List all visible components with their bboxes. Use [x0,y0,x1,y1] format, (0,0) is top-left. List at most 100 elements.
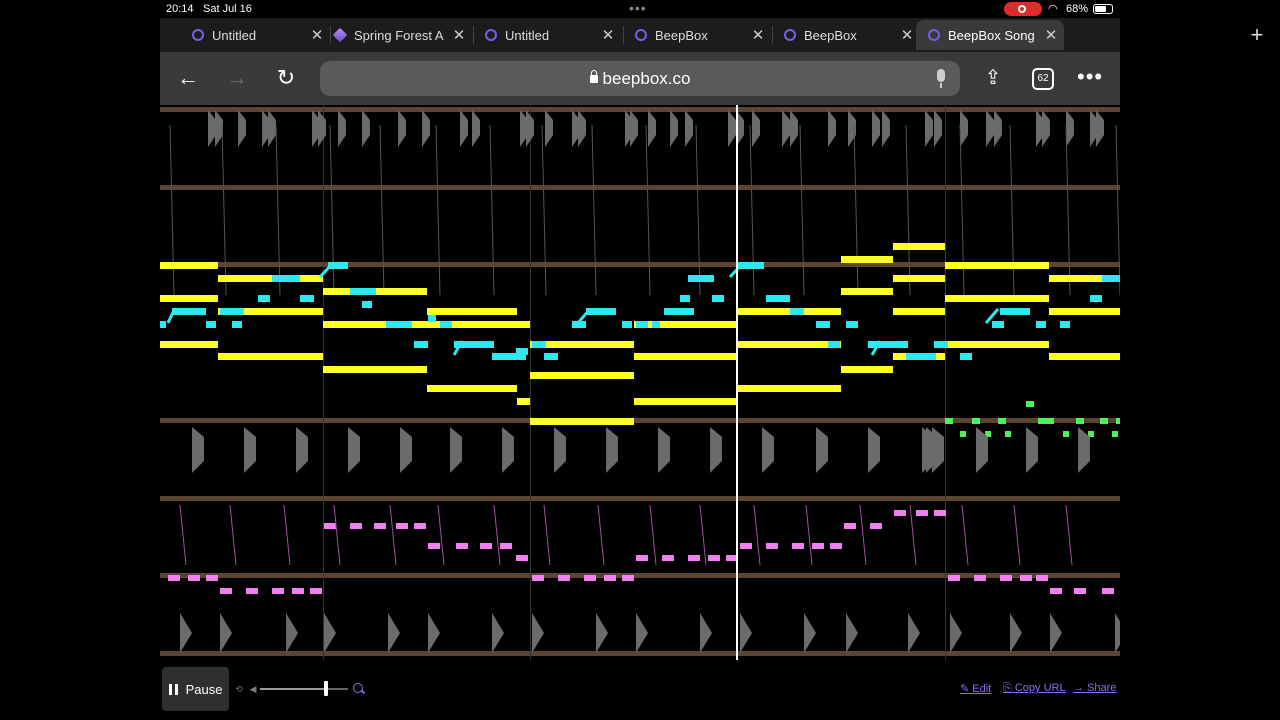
tab-beepbox-song[interactable]: BeepBox Song ✕ [916,20,1064,50]
bass-note [456,543,468,549]
harmony-note [868,341,908,348]
note-visualization[interactable] [160,105,1120,660]
volume-slider[interactable] [260,688,348,690]
beepbox-icon [192,29,204,41]
new-tab-button[interactable]: + [1245,22,1269,48]
tab-beepbox-2[interactable]: BeepBox ✕ [772,20,920,50]
drum-note [960,110,968,147]
drum-note [450,427,462,473]
zoom-in-icon[interactable] [353,683,363,693]
tab-label: Spring Forest A [354,27,444,43]
harmony-note [532,341,546,348]
more-menu-icon[interactable]: ••• [1077,64,1103,90]
harmony-note [206,321,216,328]
reload-button[interactable]: ↻ [271,65,301,91]
tab-untitled-2[interactable]: Untitled ✕ [473,20,621,50]
harmony-note [652,321,660,328]
forward-button[interactable]: → [222,65,252,91]
bass-stem [699,504,707,566]
address-bar[interactable]: beepbox.co [320,61,960,96]
drum-note [578,110,586,147]
close-icon[interactable]: ✕ [749,26,767,44]
browser-toolbar: ← → ↻ beepbox.co ⇪ 62 ••• [160,52,1120,105]
drum-note [932,427,944,473]
melody-note [634,353,737,360]
drum-note [428,613,440,653]
drum-note [532,613,544,653]
close-icon[interactable]: ✕ [898,26,916,44]
playhead [736,105,738,660]
multitasking-dots-icon[interactable]: ••• [629,0,647,16]
back-button[interactable]: ← [173,65,203,91]
drum-note [398,110,406,147]
bass-note [188,575,200,581]
screen-recording-icon[interactable] [1004,2,1042,16]
song-note-canvas[interactable] [160,105,1120,660]
tab-spring-forest[interactable]: Spring Forest A ✕ [322,20,472,50]
tab-overview-button[interactable]: 62 [1032,68,1054,90]
melody-note [517,321,530,328]
bass-stem [805,504,813,566]
volume-fill [260,688,326,690]
share-link[interactable]: → Share [1073,682,1116,694]
drum-note [286,613,298,653]
harmony-note [586,308,616,315]
harmony-note [1036,321,1046,328]
harmony-note [934,341,948,348]
harmony-note [172,308,206,315]
edit-link[interactable]: ✎ Edit [960,682,991,695]
harmony-note [1090,295,1102,302]
drum-note [492,613,504,653]
melody-note [634,321,737,328]
drum-note [700,613,712,653]
bass-note [374,523,386,529]
drum-note [872,110,880,147]
tab-untitled-1[interactable]: Untitled ✕ [180,20,330,50]
bass-stem [333,504,341,566]
melody-note [737,308,841,315]
green-note [1116,418,1120,424]
beepbox-icon [635,29,647,41]
microphone-icon[interactable] [937,69,945,88]
close-icon[interactable]: ✕ [1042,26,1060,44]
share-icon[interactable]: ⇪ [978,65,1008,91]
bass-note [708,555,720,561]
drum-note [828,110,836,147]
bass-note [272,588,284,594]
tab-strip: Untitled ✕ Spring Forest A ✕ Untitled ✕ … [160,18,1263,52]
bass-stem [909,504,917,566]
melody-note [160,295,218,302]
tab-label: BeepBox Song [948,27,1035,43]
drum-note [1010,613,1022,653]
bass-note [1020,575,1032,581]
close-icon[interactable]: ✕ [450,26,468,44]
harmony-note [688,275,714,282]
drum-streak [489,124,495,296]
bar-line [323,105,324,660]
url-text[interactable]: beepbox.co [320,69,960,89]
melody-note [945,262,1049,269]
drum-note [400,427,412,473]
lock-icon [589,70,598,83]
drum-note [362,110,370,147]
battery-icon [1093,4,1113,14]
bass-note [916,510,928,516]
bass-note [584,575,596,581]
green-note [972,418,980,424]
bass-note [792,543,804,549]
bass-note [350,523,362,529]
bass-stem [543,504,551,566]
loop-icon[interactable]: ⟲ [234,684,244,694]
tab-beepbox-1[interactable]: BeepBox ✕ [623,20,771,50]
harmony-note [828,341,840,348]
bar-line [945,105,946,660]
drum-note [816,427,828,473]
copy-url-link[interactable]: ⎘ Copy URL [1003,682,1066,695]
harmony-note [1102,275,1120,282]
pause-button[interactable]: Pause [162,667,229,711]
harmony-note [1000,308,1030,315]
close-icon[interactable]: ✕ [599,26,617,44]
volume-slider-thumb[interactable] [324,681,328,696]
drum-note [782,110,790,147]
harmony-note [712,295,724,302]
